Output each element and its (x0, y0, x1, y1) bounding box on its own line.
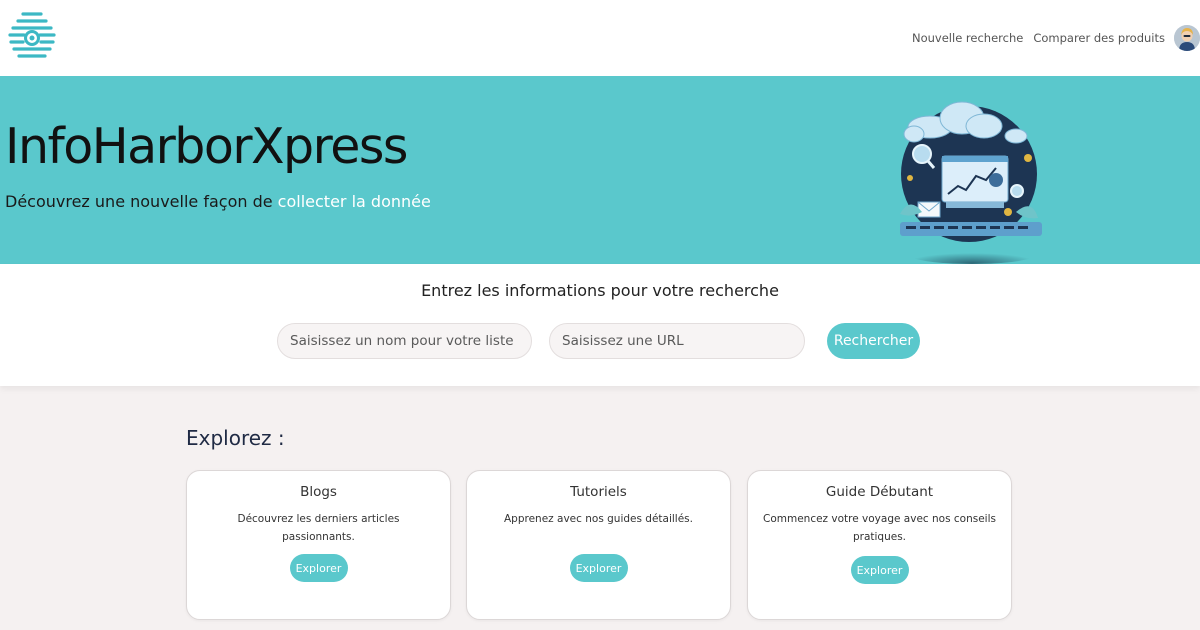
card-beginner-guide: Guide Débutant Commencez votre voyage av… (747, 470, 1012, 620)
card-title: Blogs (300, 484, 337, 500)
cloud-analytics-illustration (900, 101, 1042, 264)
nav-new-search-link[interactable]: Nouvelle recherche (912, 31, 1023, 45)
list-name-input[interactable] (277, 323, 532, 359)
search-section: Entrez les informations pour votre reche… (0, 264, 1200, 386)
card-description: Apprenez avec nos guides détaillés. (504, 513, 693, 525)
explore-blogs-button[interactable]: Explorer (289, 554, 348, 582)
main-nav: Nouvelle recherche Comparer des produits (902, 0, 1200, 76)
site-title: InfoHarborXpress (5, 118, 408, 175)
search-button[interactable]: Rechercher (827, 323, 920, 359)
hero-subtitle-highlight: collecter la donnée (277, 192, 431, 211)
user-avatar[interactable] (1174, 25, 1200, 51)
card-description: Commencez votre voyage avec nos conseils… (763, 513, 996, 543)
card-title: Tutoriels (570, 484, 627, 500)
nav-compare-products-link[interactable]: Comparer des produits (1033, 31, 1165, 45)
top-navigation-bar: Nouvelle recherche Comparer des produits (0, 0, 1200, 76)
card-title: Guide Débutant (825, 484, 934, 500)
hero-banner: InfoHarborXpress Découvrez une nouvelle … (0, 76, 1200, 264)
card-description: Découvrez les derniers articles passionn… (237, 513, 400, 543)
hero-subtitle: Découvrez une nouvelle façon de collecte… (5, 192, 431, 211)
hero-subtitle-prefix: Découvrez une nouvelle façon de (5, 192, 278, 211)
explore-section: Explorez : Blogs Découvrez les derniers … (0, 386, 1200, 630)
explore-tutorials-button[interactable]: Explorer (569, 554, 628, 582)
avatar-image (1174, 25, 1200, 51)
url-input[interactable] (549, 323, 805, 359)
explore-beginner-guide-button[interactable]: Explorer (850, 556, 909, 584)
beehive-icon[interactable] (7, 8, 57, 64)
search-heading: Entrez les informations pour votre reche… (421, 281, 779, 300)
card-tutorials: Tutoriels Apprenez avec nos guides détai… (466, 470, 731, 620)
explore-title: Explorez : (186, 426, 285, 450)
card-blogs: Blogs Découvrez les derniers articles pa… (186, 470, 451, 620)
